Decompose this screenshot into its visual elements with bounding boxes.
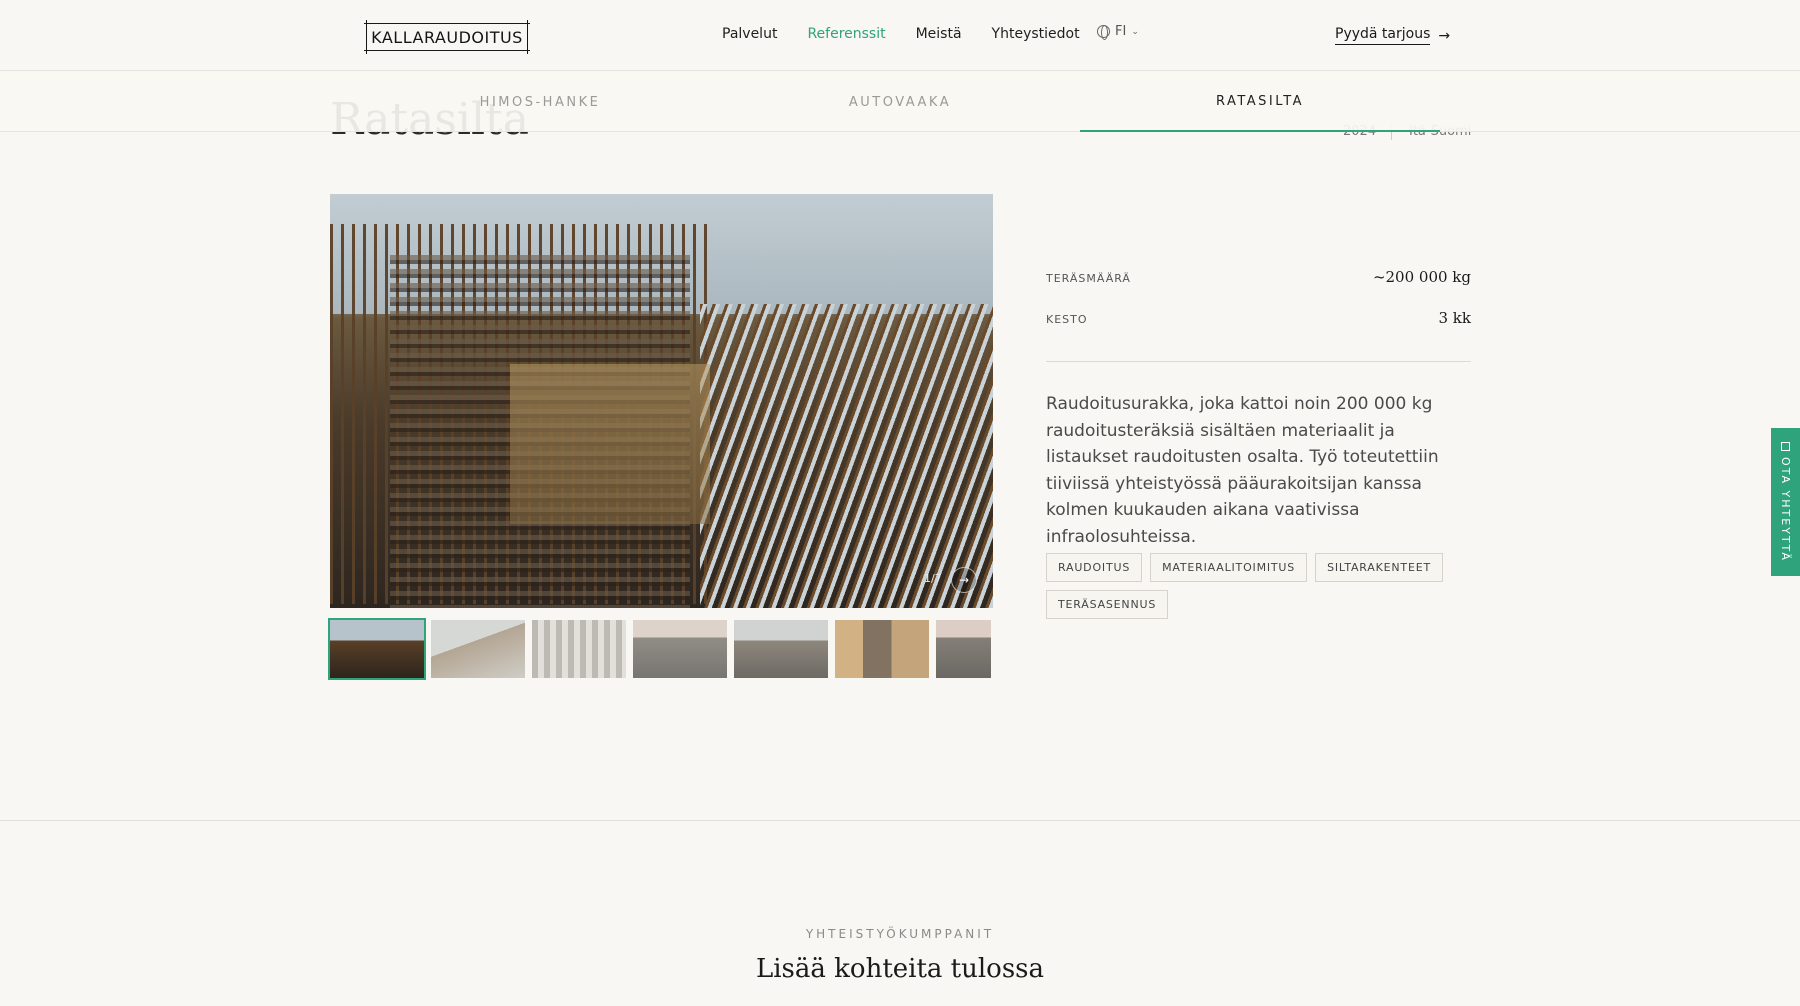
- nav-link-meista[interactable]: Meistä: [916, 26, 962, 42]
- request-quote-button[interactable]: Pyydä tarjous →: [1335, 26, 1450, 45]
- nav-link-referenssit[interactable]: Referenssit: [807, 26, 885, 42]
- main-gallery-image[interactable]: [330, 194, 993, 608]
- gallery-next-button[interactable]: →: [951, 567, 977, 593]
- tag-terasasennus: TERÄSASENNUS: [1046, 590, 1169, 619]
- spec-row-steel: TERÄSMÄÄRÄ ~200 000 kg: [1046, 268, 1471, 286]
- tab-autovaaka[interactable]: AUTOVAAKA: [720, 72, 1080, 132]
- site-header: KALLARAUDOITUS Palvelut Referenssit Meis…: [0, 0, 1800, 71]
- gallery-thumbnail[interactable]: [633, 620, 727, 678]
- gallery-thumbnail[interactable]: [835, 620, 929, 678]
- project-tabs: HIMOS-HANKE AUTOVAAKA RATASILTA: [0, 72, 1800, 132]
- gallery-thumbnail[interactable]: [734, 620, 828, 678]
- message-icon: [1781, 442, 1790, 452]
- site-logo[interactable]: KALLARAUDOITUS: [364, 20, 530, 54]
- tag-materiaalitoimitus: MATERIAALITOIMITUS: [1150, 553, 1308, 582]
- chevron-down-icon: ⌄: [1131, 26, 1139, 37]
- section-divider: [0, 820, 1800, 821]
- photo-rebar-right: [700, 304, 993, 608]
- contact-side-tab-label: OTA YHTEYTTÄ: [1779, 457, 1792, 562]
- spec-row-duration: KESTO 3 kk: [1046, 309, 1471, 327]
- gallery-counter: 1/7: [924, 572, 942, 585]
- gallery-thumbnail[interactable]: [328, 618, 426, 680]
- spec-label: KESTO: [1046, 313, 1088, 326]
- language-label: FI: [1115, 24, 1127, 39]
- more-projects-title: Lisää kohteita tulossa: [755, 954, 1045, 984]
- nav-link-palvelut[interactable]: Palvelut: [722, 26, 777, 42]
- gallery-thumbnail[interactable]: [936, 620, 991, 678]
- tab-himos-hanke[interactable]: HIMOS-HANKE: [360, 72, 720, 132]
- globe-icon: [1097, 25, 1110, 40]
- gallery-thumbnails: [328, 618, 991, 680]
- project-tags: RAUDOITUS MATERIAALITOIMITUS SILTARAKENT…: [1046, 553, 1476, 619]
- tab-ratasilta[interactable]: RATASILTA: [1080, 72, 1440, 132]
- request-quote-label: Pyydä tarjous: [1335, 26, 1431, 45]
- spec-value: ~200 000 kg: [1372, 268, 1471, 286]
- project-description: Raudoitusurakka, joka kattoi noin 200 00…: [1046, 394, 1439, 547]
- tag-siltarakenteet: SILTARAKENTEET: [1315, 553, 1443, 582]
- spec-divider: [1046, 361, 1471, 362]
- gallery-thumbnail[interactable]: [431, 620, 525, 678]
- photo-formwork: [510, 364, 710, 524]
- nav-link-yhteystiedot[interactable]: Yhteystiedot: [992, 26, 1080, 42]
- partners-eyebrow: YHTEISTYÖKUMPPANIT: [805, 927, 995, 941]
- spec-value: 3 kk: [1438, 309, 1472, 327]
- main-nav: Palvelut Referenssit Meistä Yhteystiedot: [722, 26, 1110, 42]
- contact-side-tab[interactable]: OTA YHTEYTTÄ: [1771, 428, 1800, 576]
- spec-label: TERÄSMÄÄRÄ: [1046, 272, 1131, 285]
- arrow-right-icon: →: [1438, 27, 1451, 44]
- gallery-thumbnail[interactable]: [532, 620, 626, 678]
- tag-raudoitus: RAUDOITUS: [1046, 553, 1143, 582]
- language-selector[interactable]: FI ⌄: [1097, 24, 1139, 40]
- logo-text: KALLARAUDOITUS: [371, 27, 523, 47]
